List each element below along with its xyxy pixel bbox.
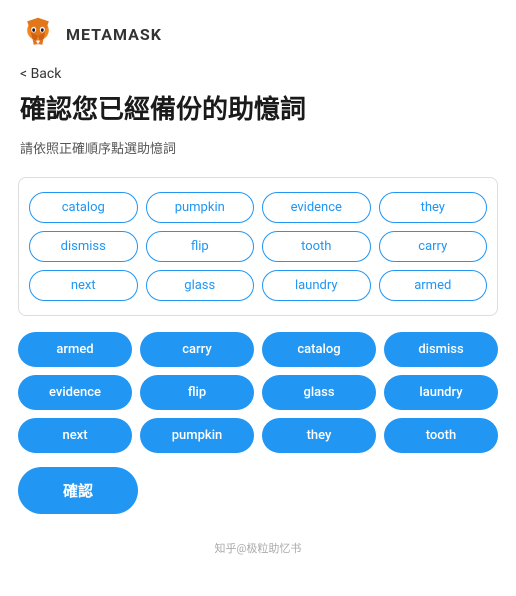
pool-word-chip[interactable]: dismiss [29,231,138,262]
pool-word-chip[interactable]: they [379,192,488,223]
selected-word-chip[interactable]: evidence [18,375,132,410]
pool-word-chip[interactable]: next [29,270,138,301]
selected-word-chip[interactable]: laundry [384,375,498,410]
selected-word-chip[interactable]: carry [140,332,254,367]
word-pool-grid: catalog pumpkinevidence they dismiss fliptoo… [29,192,487,301]
pool-word-chip[interactable]: flip [146,231,255,262]
selected-word-chip[interactable]: armed [18,332,132,367]
pool-word-chip[interactable]: pumpkin [146,192,255,223]
selected-word-chip[interactable]: they [262,418,376,453]
confirm-button[interactable]: 確認 [18,467,138,514]
page-subtitle: 請依照正確順序點選助憶詞 [0,134,516,169]
back-label: < Back [20,66,61,82]
selected-word-chip[interactable]: glass [262,375,376,410]
pool-word-chip[interactable]: evidence [262,192,371,223]
header: METAMASK [0,0,516,60]
metamask-fox-logo [20,16,56,52]
word-pool-container: catalog pumpkinevidence they dismiss fliptoo… [18,177,498,316]
selected-words-area: armedcarrycatalogdismiss evidenceflipglas… [18,332,498,453]
pool-word-chip[interactable]: glass [146,270,255,301]
selected-word-chip[interactable]: pumpkin [140,418,254,453]
back-button[interactable]: < Back [0,60,81,88]
pool-word-chip[interactable]: armed [379,270,488,301]
pool-word-chip[interactable]: catalog [29,192,138,223]
page-title: 確認您已經備份的助憶詞 [0,88,516,134]
pool-word-chip[interactable]: carry [379,231,488,262]
pool-word-chip[interactable]: laundry [262,270,371,301]
brand-name: METAMASK [66,25,162,44]
selected-word-chip[interactable]: tooth [384,418,498,453]
pool-word-chip[interactable]: tooth [262,231,371,262]
phone-frame: METAMASK < Back 確認您已經備份的助憶詞 請依照正確順序點選助憶詞… [0,0,516,596]
selected-word-chip[interactable]: catalog [262,332,376,367]
watermark: 知乎@极粒助忆书 [0,534,516,566]
selected-words-grid: armedcarrycatalogdismiss evidenceflipglas… [18,332,498,453]
selected-word-chip[interactable]: dismiss [384,332,498,367]
selected-word-chip[interactable]: flip [140,375,254,410]
selected-word-chip[interactable]: next [18,418,132,453]
